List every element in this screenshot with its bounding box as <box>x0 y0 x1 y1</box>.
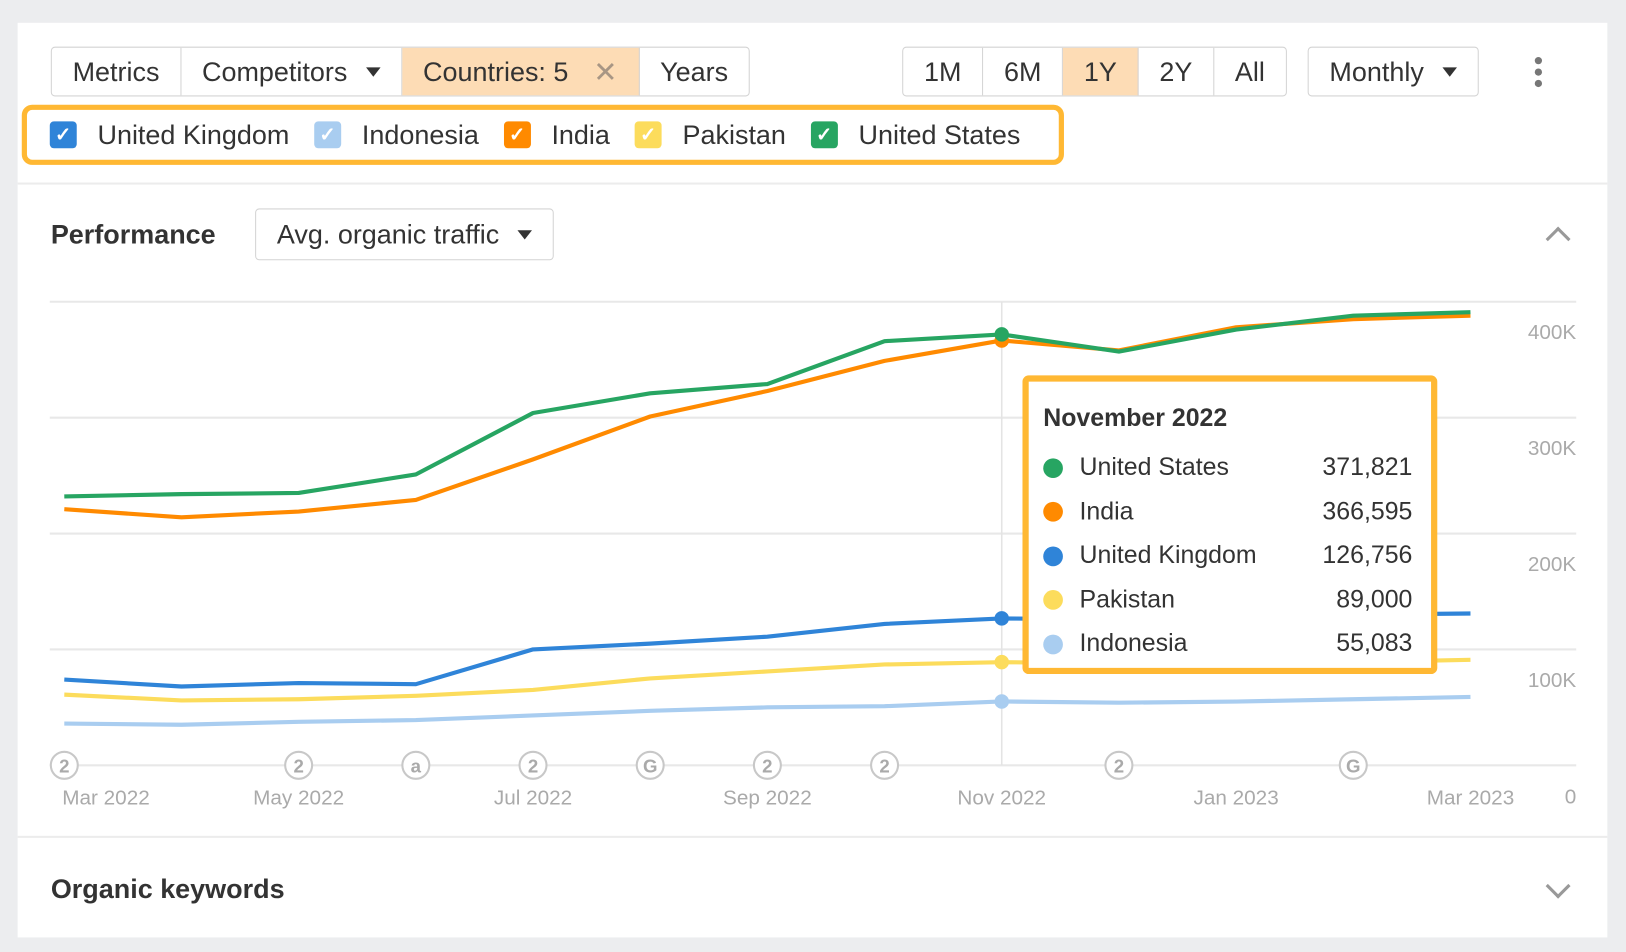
tooltip-value: 55,083 <box>1336 629 1413 658</box>
annotation-label: a <box>411 756 422 777</box>
x-tick-label: Nov 2022 <box>957 787 1046 810</box>
x-tick-label: Sep 2022 <box>723 787 812 810</box>
tooltip-value: 371,821 <box>1322 453 1413 482</box>
series-dot-icon <box>1043 502 1063 522</box>
series-dot-icon <box>1043 590 1063 611</box>
divider <box>17 835 1608 838</box>
y-tick-label: 400K <box>1528 321 1577 344</box>
tooltip-row: India 366,595 <box>1043 490 1412 534</box>
tooltip-title: November 2022 <box>1043 404 1228 433</box>
tooltip-row: United Kingdom 126,756 <box>1043 534 1412 578</box>
tooltip-series-name: India <box>1079 497 1134 526</box>
highlight-point <box>994 694 1010 709</box>
annotation-label: 2 <box>293 756 303 777</box>
tooltip-series-name: Indonesia <box>1079 629 1188 658</box>
series-dot-icon <box>1043 458 1063 478</box>
tooltip-series-name: United States <box>1079 453 1229 482</box>
y-tick-label: 300K <box>1528 437 1577 460</box>
y-tick-label: 100K <box>1528 669 1577 692</box>
x-tick-label: Mar 2023 <box>1427 787 1515 810</box>
tooltip-row: United States 371,821 <box>1043 446 1412 490</box>
x-tick-label: Jan 2023 <box>1193 787 1278 810</box>
highlight-point <box>994 654 1010 670</box>
y-tick-label: 0 <box>1565 786 1577 809</box>
annotation-label: 2 <box>59 756 69 777</box>
annotation-label: 2 <box>528 756 538 777</box>
annotation-label: G <box>1346 756 1361 777</box>
annotation-label: 2 <box>1114 756 1124 777</box>
x-tick-label: Jul 2022 <box>494 787 572 810</box>
annotation-label: 2 <box>762 756 772 777</box>
series-dot-icon <box>1043 546 1063 566</box>
y-tick-label: 200K <box>1528 553 1577 576</box>
x-tick-label: May 2022 <box>253 787 344 810</box>
tooltip-series-name: Pakistan <box>1079 585 1175 614</box>
highlight-point <box>994 327 1010 342</box>
tooltip-row: Indonesia 55,083 <box>1043 622 1412 666</box>
x-tick-label: Mar 2022 <box>62 787 150 810</box>
tooltip-value: 366,595 <box>1322 497 1413 526</box>
chart-tooltip: November 2022 United States 371,821 India 3… <box>1022 375 1438 675</box>
tooltip-row: Pakistan 89,000 <box>1043 578 1412 622</box>
organic-keywords-title: Organic keywords <box>50 873 285 905</box>
annotation-label: 2 <box>879 756 889 777</box>
series-dot-icon <box>1043 634 1063 655</box>
annotation-label: G <box>643 756 658 777</box>
tooltip-series-name: United Kingdom <box>1079 541 1257 570</box>
tooltip-value: 126,756 <box>1322 541 1413 570</box>
highlight-point <box>994 611 1010 626</box>
tooltip-value: 89,000 <box>1336 585 1413 614</box>
